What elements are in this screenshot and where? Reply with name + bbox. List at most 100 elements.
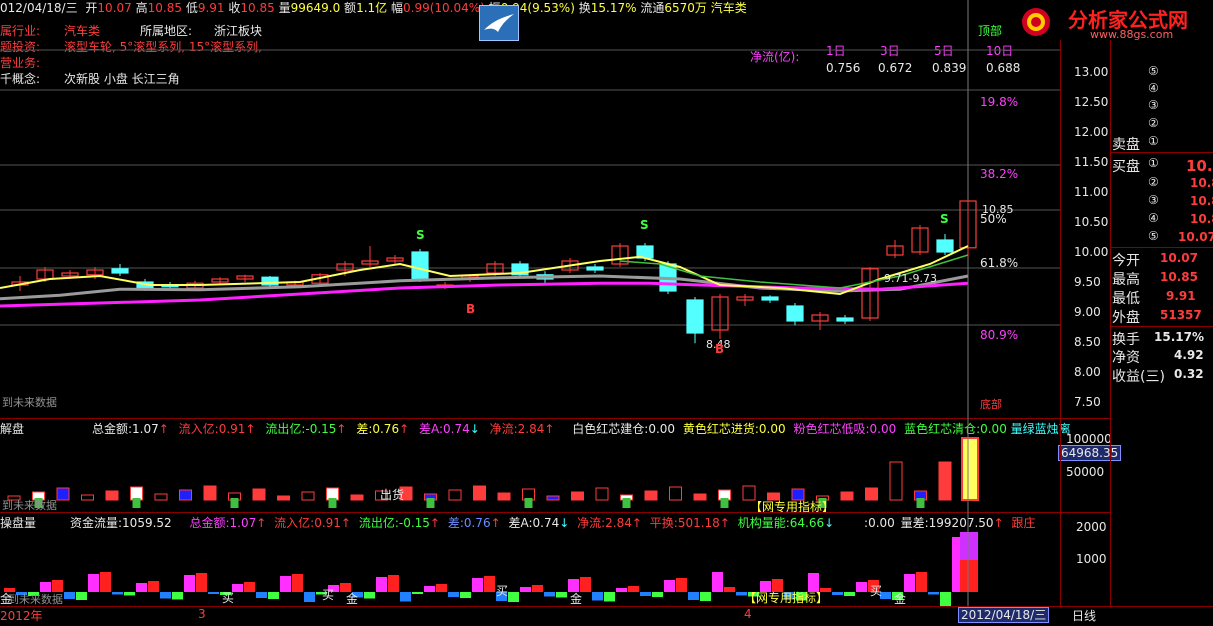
indicator-bar bbox=[473, 485, 486, 501]
flow-bar bbox=[688, 592, 699, 600]
price-tick: 12.50 bbox=[1074, 95, 1109, 109]
signal-b-2: B bbox=[715, 342, 725, 356]
flow-bar bbox=[556, 592, 567, 598]
stat-value: 0.32 bbox=[1174, 367, 1204, 381]
indicator-bar bbox=[252, 488, 266, 501]
axis-border bbox=[1060, 40, 1061, 606]
buy-label-2: 买 bbox=[322, 588, 335, 602]
period-selector[interactable]: 日线 bbox=[1072, 607, 1096, 624]
timeline-month-4: 4 bbox=[744, 607, 752, 621]
candle-body bbox=[111, 268, 129, 274]
flow-bar bbox=[100, 572, 111, 592]
price-tick: 9.00 bbox=[1074, 305, 1101, 319]
buy-label: 买盘 bbox=[1112, 159, 1140, 175]
flow-bar bbox=[856, 582, 867, 592]
flow-bar bbox=[652, 592, 663, 597]
indicator-bar-green bbox=[622, 498, 631, 508]
candle-body bbox=[936, 239, 954, 253]
buy-level: ② bbox=[1148, 175, 1159, 189]
flow-bar-peak bbox=[960, 532, 978, 560]
stat-label: 外盘 bbox=[1112, 310, 1140, 326]
indicator-bar-green bbox=[132, 498, 141, 508]
price-tick: 8.50 bbox=[1074, 335, 1101, 349]
buy-price: 10.8 bbox=[1190, 194, 1213, 208]
flow-bar bbox=[208, 592, 219, 594]
flow-bar bbox=[76, 592, 87, 600]
p3-indicator-tag[interactable]: 【网专用指标】 bbox=[744, 589, 828, 606]
stat-value: 9.91 bbox=[1166, 289, 1196, 303]
indicator-bar bbox=[277, 495, 290, 501]
flow-bar bbox=[184, 575, 195, 592]
timeline-year: 2012年 bbox=[0, 609, 43, 623]
flow-bar bbox=[484, 576, 495, 592]
indicator-bar bbox=[546, 495, 560, 501]
sell-level: ⑤ bbox=[1148, 64, 1159, 78]
watermark-p2: 到未来数据 bbox=[2, 499, 57, 512]
flow-bar bbox=[460, 592, 471, 598]
indicator-bar-green bbox=[328, 498, 337, 508]
candle-body bbox=[836, 317, 854, 322]
stat-value: 10.07 bbox=[1160, 251, 1198, 265]
indicator-bar bbox=[179, 489, 192, 501]
fib-label-80: 80.9% bbox=[980, 328, 1019, 342]
stats-divider bbox=[1110, 247, 1213, 248]
signal-s-2: S bbox=[640, 218, 649, 232]
flow-bar bbox=[640, 592, 651, 596]
flow-bar bbox=[364, 592, 375, 599]
fib-label-61: 61.8% bbox=[980, 256, 1019, 270]
indicator-bar bbox=[595, 487, 609, 501]
volume-indicator-chart[interactable] bbox=[0, 418, 1060, 512]
flow-bar bbox=[256, 592, 267, 598]
buy-label-1: 买 bbox=[222, 591, 235, 605]
p2-axis-top: 100000 bbox=[1066, 432, 1112, 446]
price-tick: 7.50 bbox=[1074, 395, 1101, 409]
flow-bar bbox=[376, 577, 387, 592]
buy-price: 10.07 bbox=[1178, 230, 1213, 244]
price-chart[interactable] bbox=[0, 0, 1060, 418]
price-tick: 10.50 bbox=[1074, 215, 1109, 229]
flow-bar bbox=[436, 584, 447, 592]
flow-bar bbox=[844, 592, 855, 596]
flow-bar bbox=[160, 592, 171, 599]
flow-bar bbox=[304, 592, 315, 602]
flow-bar bbox=[628, 586, 639, 592]
logo-url: www.88gs.com bbox=[1090, 28, 1174, 41]
fib-label-19: 19.8% bbox=[980, 95, 1019, 109]
signal-b-1: B bbox=[466, 302, 476, 316]
indicator-bar-green bbox=[720, 498, 729, 508]
flow-bar bbox=[508, 592, 519, 602]
flow-bar bbox=[268, 592, 279, 599]
flow-bar bbox=[400, 592, 411, 602]
indicator-bar-highlight bbox=[961, 437, 979, 501]
sidebar-border bbox=[1110, 40, 1111, 606]
buy-price: 10.8 bbox=[1190, 176, 1213, 190]
flow-bar bbox=[712, 572, 723, 592]
flow-bar bbox=[940, 592, 951, 606]
flow-bar bbox=[412, 592, 423, 594]
indicator-bar bbox=[865, 487, 878, 501]
flow-bar-peak bbox=[960, 560, 978, 592]
buy-level: ③ bbox=[1148, 193, 1159, 207]
stat-value: 10.85 bbox=[1160, 270, 1198, 284]
buy-price: 10.8 bbox=[1186, 157, 1213, 175]
stat-label: 收益(三) bbox=[1112, 369, 1165, 385]
sell-level: ① bbox=[1148, 134, 1159, 148]
stat-label: 净资 bbox=[1112, 350, 1140, 366]
out-label: 出货 bbox=[380, 488, 405, 502]
price-tick: 11.00 bbox=[1074, 185, 1109, 199]
flow-bar bbox=[592, 592, 603, 601]
indicator-bar bbox=[301, 491, 315, 501]
logo-icon bbox=[1022, 8, 1050, 36]
buy-level: ⑤ bbox=[1148, 229, 1159, 243]
flow-bar bbox=[832, 592, 843, 595]
flow-bar bbox=[424, 586, 435, 592]
flow-bar bbox=[64, 592, 75, 599]
gold-label-3: 金 bbox=[570, 592, 583, 606]
flow-bar bbox=[292, 574, 303, 592]
flow-bar bbox=[544, 592, 555, 597]
flow-bar bbox=[916, 572, 927, 592]
signal-s-1: S bbox=[416, 228, 425, 242]
timeline-cursor-date: 2012/04/18/三 bbox=[958, 607, 1050, 623]
flow-bar bbox=[520, 587, 531, 592]
buy-label-4: 买 bbox=[870, 584, 883, 598]
